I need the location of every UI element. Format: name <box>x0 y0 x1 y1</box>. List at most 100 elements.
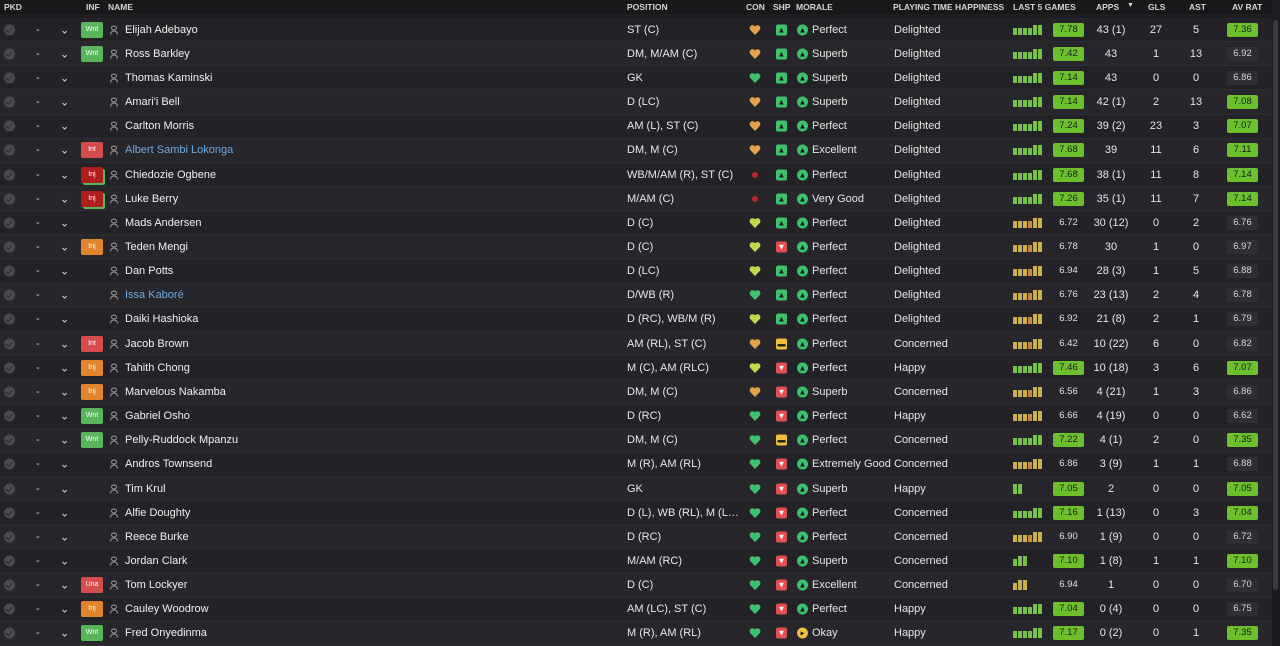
table-row[interactable]: - ⌄ Alfie Doughty D (L), WB (RL), M (L),… <box>0 501 1272 526</box>
player-name[interactable]: Dan Potts <box>125 265 173 277</box>
col-morale[interactable]: MORALE <box>796 2 833 12</box>
table-row[interactable]: - ⌄ Wnt Pelly-Ruddock Mpanzu DM, M (C) ▬… <box>0 428 1272 453</box>
pick-check-icon[interactable] <box>4 193 15 205</box>
table-row[interactable]: - ⌄ Inj Teden Mengi D (C) ▼ ▲ Perfect De… <box>0 235 1272 260</box>
table-row[interactable]: - ⌄ Inj Chiedozie Ogbene WB/M/AM (R), ST… <box>0 162 1272 188</box>
table-row[interactable]: - ⌄ Amari'i Bell D (LC) ▲ ▲ Superb Delig… <box>0 90 1272 115</box>
table-row[interactable]: - ⌄ Una Tom Lockyer D (C) ▼ ▲ Excellent … <box>0 573 1272 598</box>
pick-check-icon[interactable] <box>4 531 15 543</box>
scrollbar-thumb[interactable] <box>1273 20 1278 590</box>
chevron-down-icon[interactable]: ⌄ <box>60 530 69 543</box>
player-name[interactable]: Amari'i Bell <box>125 96 180 108</box>
pick-check-icon[interactable] <box>4 120 15 132</box>
chevron-down-icon[interactable]: ⌄ <box>60 458 69 471</box>
col-position[interactable]: POSITION <box>627 2 668 12</box>
player-name[interactable]: Andros Townsend <box>125 458 212 470</box>
chevron-down-icon[interactable]: ⌄ <box>60 96 69 109</box>
pick-check-icon[interactable] <box>4 289 15 301</box>
chevron-down-icon[interactable]: ⌄ <box>60 506 69 519</box>
table-row[interactable]: - ⌄ Wnt Fred Onyedinma M (R), AM (RL) ▼ … <box>0 621 1272 646</box>
pick-check-icon[interactable] <box>4 627 15 639</box>
player-name[interactable]: Gabriel Osho <box>125 410 190 422</box>
player-name[interactable]: Thomas Kaminski <box>125 72 212 84</box>
pick-check-icon[interactable] <box>4 603 15 615</box>
player-name[interactable]: Tahith Chong <box>125 362 190 374</box>
chevron-down-icon[interactable]: ⌄ <box>60 47 69 60</box>
pick-check-icon[interactable] <box>4 338 15 350</box>
table-row[interactable]: - ⌄ Tim Krul GK ▼ ▲ Superb Happy 7.05 2 … <box>0 476 1272 502</box>
pick-check-icon[interactable] <box>4 434 15 446</box>
col-last5[interactable]: LAST 5 GAMES <box>1013 2 1076 12</box>
col-shp[interactable]: SHP <box>773 2 790 12</box>
table-row[interactable]: - ⌄ Inj Luke Berry M/AM (C) ▲ ▲ Very Goo… <box>0 187 1272 212</box>
table-row[interactable]: - ⌄ Wnt Elijah Adebayo ST (C) ▲ ▲ Perfec… <box>0 18 1272 43</box>
pick-check-icon[interactable] <box>4 217 15 229</box>
player-name[interactable]: Tom Lockyer <box>125 579 187 591</box>
pick-check-icon[interactable] <box>4 96 15 108</box>
player-name[interactable]: Tim Krul <box>125 483 166 495</box>
sort-desc-icon[interactable]: ▼ <box>1127 2 1134 9</box>
chevron-down-icon[interactable]: ⌄ <box>60 216 69 229</box>
player-name[interactable]: Albert Sambi Lokonga <box>125 144 233 156</box>
player-name[interactable]: Teden Mengi <box>125 241 188 253</box>
table-row[interactable]: - ⌄ Andros Townsend M (R), AM (RL) ▼ ▲ E… <box>0 452 1272 477</box>
col-pkd[interactable]: PKD <box>4 2 22 12</box>
pick-check-icon[interactable] <box>4 72 15 84</box>
player-name[interactable]: Mads Andersen <box>125 217 201 229</box>
player-name[interactable]: Elijah Adebayo <box>125 24 198 36</box>
player-name[interactable]: Jordan Clark <box>125 555 187 567</box>
chevron-down-icon[interactable]: ⌄ <box>60 144 69 157</box>
pick-check-icon[interactable] <box>4 241 15 253</box>
table-row[interactable]: - ⌄ Thomas Kaminski GK ▲ ▲ Superb Deligh… <box>0 66 1272 91</box>
table-row[interactable]: - ⌄ Wnt Ross Barkley DM, M/AM (C) ▲ ▲ Su… <box>0 42 1272 67</box>
chevron-down-icon[interactable]: ⌄ <box>60 337 69 350</box>
player-name[interactable]: Marvelous Nakamba <box>125 386 226 398</box>
player-name[interactable]: Daiki Hashioka <box>125 313 198 325</box>
chevron-down-icon[interactable]: ⌄ <box>60 168 69 181</box>
chevron-down-icon[interactable]: ⌄ <box>60 385 69 398</box>
player-name[interactable]: Cauley Woodrow <box>125 603 209 615</box>
chevron-down-icon[interactable]: ⌄ <box>60 627 69 640</box>
player-name[interactable]: Reece Burke <box>125 531 189 543</box>
chevron-down-icon[interactable]: ⌄ <box>60 603 69 616</box>
pick-check-icon[interactable] <box>4 555 15 567</box>
col-playing-time[interactable]: PLAYING TIME HAPPINESS <box>893 2 1004 12</box>
player-name[interactable]: Pelly-Ruddock Mpanzu <box>125 434 238 446</box>
pick-check-icon[interactable] <box>4 144 15 156</box>
col-con[interactable]: CON <box>746 2 765 12</box>
table-row[interactable]: - ⌄ Inj Cauley Woodrow AM (LC), ST (C) ▼… <box>0 597 1272 622</box>
col-inf[interactable]: INF <box>86 2 100 12</box>
pick-check-icon[interactable] <box>4 579 15 591</box>
col-avrat[interactable]: AV RAT <box>1232 2 1262 12</box>
chevron-down-icon[interactable]: ⌄ <box>60 71 69 84</box>
table-row[interactable]: - ⌄ Jordan Clark M/AM (RC) ▼ ▲ Superb Co… <box>0 549 1272 574</box>
player-name[interactable]: Alfie Doughty <box>125 507 190 519</box>
table-row[interactable]: - ⌄ Dan Potts D (LC) ▲ ▲ Perfect Delight… <box>0 259 1272 284</box>
table-row[interactable]: - ⌄ Carlton Morris AM (L), ST (C) ▲ ▲ Pe… <box>0 114 1272 139</box>
player-name[interactable]: Chiedozie Ogbene <box>125 169 216 181</box>
pick-check-icon[interactable] <box>4 386 15 398</box>
table-row[interactable]: - ⌄ Inj Marvelous Nakamba DM, M (C) ▼ ▲ … <box>0 380 1272 405</box>
table-row[interactable]: - ⌄ Inj Tahith Chong M (C), AM (RLC) ▼ ▲… <box>0 356 1272 381</box>
table-row[interactable]: - ⌄ Issa Kaboré D/WB (R) ▲ ▲ Perfect Del… <box>0 283 1272 308</box>
chevron-down-icon[interactable]: ⌄ <box>60 120 69 133</box>
chevron-down-icon[interactable]: ⌄ <box>60 579 69 592</box>
player-name[interactable]: Issa Kaboré <box>125 289 184 301</box>
player-name[interactable]: Luke Berry <box>125 193 178 205</box>
chevron-down-icon[interactable]: ⌄ <box>60 192 69 205</box>
pick-check-icon[interactable] <box>4 458 15 470</box>
col-ast[interactable]: AST <box>1189 2 1206 12</box>
table-row[interactable]: - ⌄ Int Jacob Brown AM (RL), ST (C) ▬ ▲ … <box>0 332 1272 357</box>
player-name[interactable]: Jacob Brown <box>125 338 189 350</box>
pick-check-icon[interactable] <box>4 507 15 519</box>
table-row[interactable]: - ⌄ Daiki Hashioka D (RC), WB/M (R) ▲ ▲ … <box>0 307 1272 333</box>
chevron-down-icon[interactable]: ⌄ <box>60 482 69 495</box>
table-row[interactable]: - ⌄ Mads Andersen D (C) ▲ ▲ Perfect Deli… <box>0 211 1272 236</box>
col-apps[interactable]: APPS <box>1096 2 1119 12</box>
pick-check-icon[interactable] <box>4 169 15 181</box>
chevron-down-icon[interactable]: ⌄ <box>60 240 69 253</box>
table-row[interactable]: - ⌄ Wnt Gabriel Osho D (RC) ▼ ▲ Perfect … <box>0 404 1272 429</box>
chevron-down-icon[interactable]: ⌄ <box>60 361 69 374</box>
table-row[interactable]: - ⌄ Int Albert Sambi Lokonga DM, M (C) ▲… <box>0 138 1272 163</box>
player-name[interactable]: Fred Onyedinma <box>125 627 207 639</box>
